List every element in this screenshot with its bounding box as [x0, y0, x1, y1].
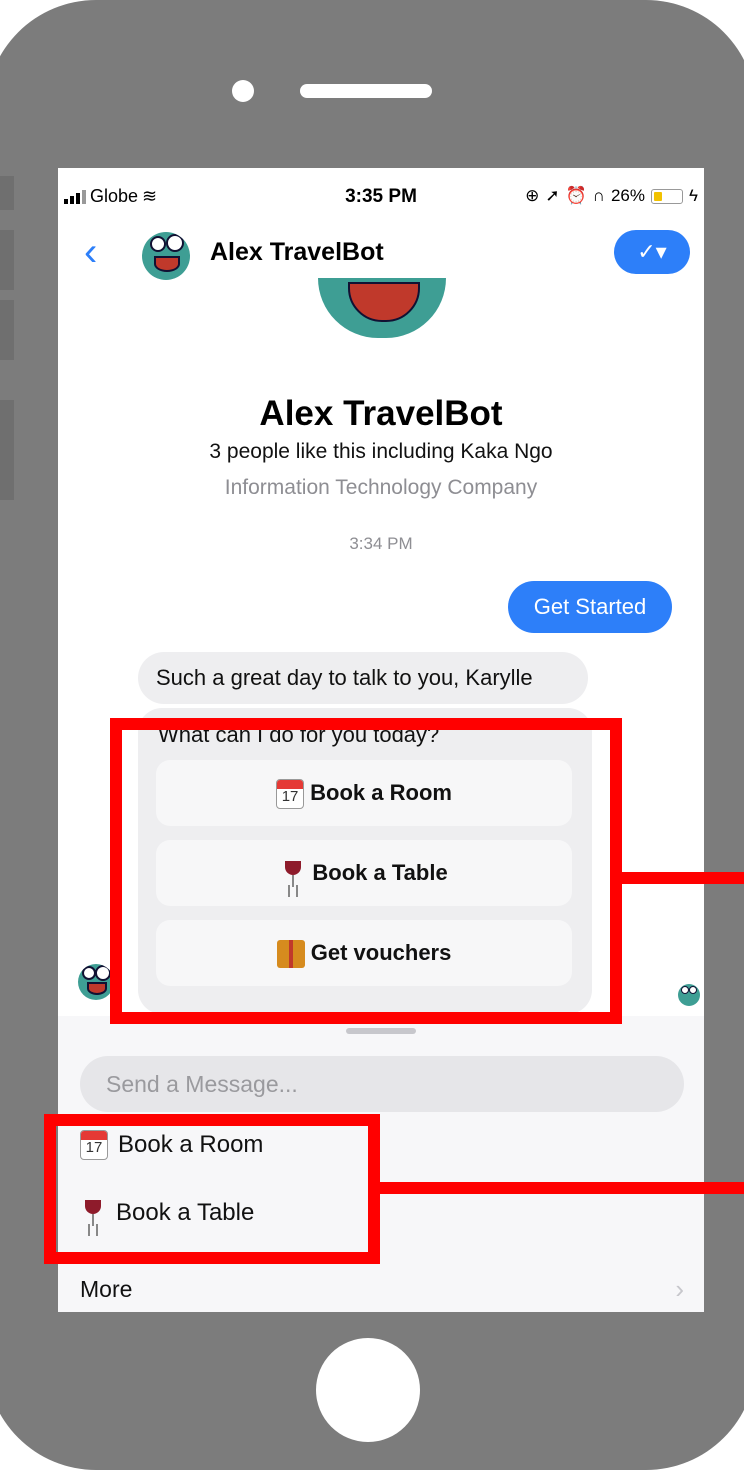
- battery-percent: 26%: [610, 186, 645, 205]
- annotation-box-quick-replies: [44, 1114, 380, 1264]
- location-icon: ➚: [545, 186, 560, 205]
- side-button: [0, 400, 14, 500]
- status-bar: Globe ≋ 3:35 PM ⊕ ➚ ⏰ ∩ 26% ϟ: [58, 182, 704, 214]
- home-button[interactable]: [316, 1338, 420, 1442]
- earpiece-speaker: [300, 84, 432, 98]
- message-avatar: [78, 964, 114, 1000]
- battery-icon: [651, 188, 683, 204]
- profile-avatar: [318, 278, 446, 338]
- back-button[interactable]: ‹: [84, 232, 97, 272]
- chat-header: ‹ Alex TravelBot ✓▾: [58, 220, 704, 286]
- profile-category: Information Technology Company: [224, 476, 538, 499]
- volume-up-button: [0, 230, 14, 290]
- message-timestamp: 3:34 PM: [349, 534, 413, 553]
- read-receipt-avatar: [678, 984, 700, 1006]
- orientation-lock-icon: ⊕: [525, 186, 540, 205]
- drag-handle[interactable]: [346, 1028, 416, 1034]
- check-dropdown-icon: ✓▾: [637, 239, 667, 264]
- more-menu-item[interactable]: More ›: [80, 1274, 684, 1304]
- annotation-line-quick-replies: [380, 1182, 744, 1194]
- chevron-left-icon: ‹: [84, 230, 98, 274]
- profile-likes: 3 people like this including Kaka Ngo: [209, 440, 553, 463]
- profile-name: Alex TravelBot: [259, 394, 503, 433]
- chevron-right-icon: ›: [675, 1274, 684, 1304]
- charging-icon: ϟ: [689, 186, 698, 205]
- more-label: More: [80, 1276, 133, 1302]
- incoming-message: Such a great day to talk to you, Karylle: [138, 652, 588, 704]
- side-switch: [0, 176, 14, 210]
- header-avatar[interactable]: [142, 232, 190, 280]
- check-dropdown-button[interactable]: ✓▾: [614, 230, 690, 274]
- message-input[interactable]: [80, 1056, 684, 1112]
- camera-dot: [232, 80, 254, 102]
- annotation-box-card: [110, 718, 622, 1024]
- header-title[interactable]: Alex TravelBot: [210, 238, 384, 267]
- outgoing-message: Get Started: [508, 581, 672, 633]
- volume-down-button: [0, 300, 14, 360]
- headphones-icon: ∩: [592, 186, 605, 205]
- alarm-icon: ⏰: [565, 186, 587, 205]
- annotation-line-card: [622, 872, 744, 884]
